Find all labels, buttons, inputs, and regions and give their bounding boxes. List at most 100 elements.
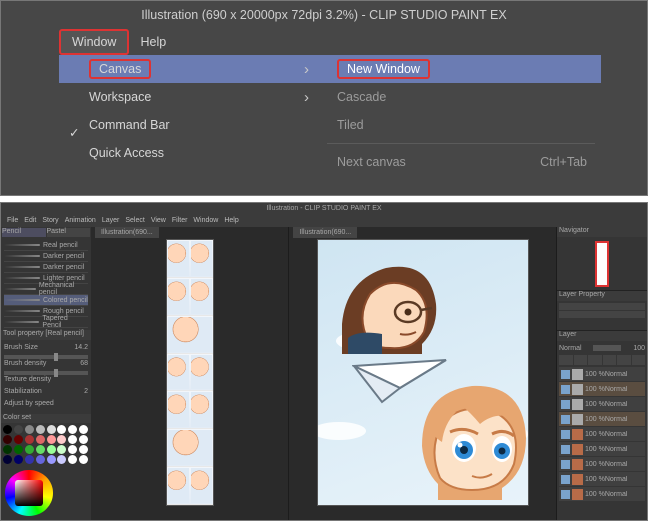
swatch[interactable] [79, 445, 88, 454]
swatch[interactable] [14, 445, 23, 454]
blend-mode[interactable]: Normal [559, 345, 582, 352]
swatch[interactable] [79, 425, 88, 434]
swatch[interactable] [47, 455, 56, 464]
layer-row[interactable]: 100 %Normal [559, 382, 645, 396]
app-menu-help[interactable]: Help [224, 215, 238, 227]
brush-item[interactable]: Mechanical pencil [4, 284, 88, 295]
swatch[interactable] [79, 435, 88, 444]
visibility-icon[interactable] [561, 490, 570, 499]
swatch[interactable] [57, 435, 66, 444]
layer-row[interactable]: 100 %Normal [559, 412, 645, 426]
swatch[interactable] [68, 435, 77, 444]
swatch[interactable] [14, 435, 23, 444]
menuitem-next-canvas[interactable]: Next canvas Ctrl+Tab [321, 148, 601, 176]
menuitem-new-window[interactable]: New Window [321, 55, 601, 83]
swatch[interactable] [47, 425, 56, 434]
left-dock: Pencil Pastel Real pencilDarker pencilDa… [1, 227, 91, 520]
menuitem-quick-access[interactable]: Quick Access [59, 139, 321, 167]
brush-density-slider[interactable] [4, 371, 88, 375]
navigator[interactable] [557, 237, 647, 291]
swatch[interactable] [57, 455, 66, 464]
brush-item[interactable]: Tapered Pencil [4, 317, 88, 328]
swatch[interactable] [36, 435, 45, 444]
canvas-2[interactable]: Illustration(690... [289, 227, 557, 520]
subtool-tab-pencil[interactable]: Pencil [2, 228, 46, 237]
color-swatches[interactable] [1, 423, 91, 466]
visibility-icon[interactable] [561, 415, 570, 424]
layer-row[interactable]: 100 %Normal [559, 367, 645, 381]
layer-row[interactable]: 100 %Normal [559, 457, 645, 471]
swatch[interactable] [25, 445, 34, 454]
color-wheel[interactable] [5, 470, 53, 516]
brush-item[interactable]: Real pencil [4, 240, 88, 251]
layer-buttons[interactable] [559, 355, 645, 365]
canvas-1-tab[interactable]: Illustration(690... [95, 227, 159, 238]
swatch[interactable] [36, 425, 45, 434]
tool-property-panel: Brush Size14.2 Brush density68 Texture d… [1, 340, 91, 414]
swatch[interactable] [3, 455, 12, 464]
right-dock: Navigator Layer Property Layer Normal 10… [557, 227, 647, 520]
swatch[interactable] [68, 425, 77, 434]
layer-thumb [572, 489, 583, 500]
menu-window[interactable]: Window [59, 29, 129, 55]
app-menu-edit[interactable]: Edit [24, 215, 36, 227]
layer-thumb [572, 414, 583, 425]
brush-size-slider[interactable] [4, 355, 88, 359]
visibility-icon[interactable] [561, 460, 570, 469]
swatch[interactable] [14, 425, 23, 434]
menuitem-cascade[interactable]: Cascade [321, 83, 601, 111]
swatch[interactable] [57, 445, 66, 454]
swatch[interactable] [68, 445, 77, 454]
swatch[interactable] [79, 455, 88, 464]
swatch[interactable] [47, 435, 56, 444]
layer-row[interactable]: 100 %Normal [559, 442, 645, 456]
app-menu-layer[interactable]: Layer [102, 215, 120, 227]
opacity-slider[interactable] [593, 345, 621, 351]
window-title: Illustration (690 x 20000px 72dpi 3.2%) … [1, 1, 647, 29]
app-menu-animation[interactable]: Animation [65, 215, 96, 227]
swatch[interactable] [3, 435, 12, 444]
app-menu-file[interactable]: File [7, 215, 18, 227]
layer-row[interactable]: 100 %Normal [559, 472, 645, 486]
brush-item[interactable]: Darker pencil [4, 251, 88, 262]
layer-row[interactable]: 100 %Normal [559, 427, 645, 441]
character-1 [328, 246, 448, 356]
layer-row[interactable]: 100 %Normal [559, 397, 645, 411]
swatch[interactable] [68, 455, 77, 464]
swatch[interactable] [57, 425, 66, 434]
app-menu-filter[interactable]: Filter [172, 215, 188, 227]
character-2 [406, 372, 529, 502]
menuitem-canvas[interactable]: Canvas [59, 55, 321, 83]
brush-item[interactable]: Darker pencil [4, 262, 88, 273]
swatch[interactable] [36, 455, 45, 464]
visibility-icon[interactable] [561, 400, 570, 409]
brush-item[interactable]: Colored pencil [4, 295, 88, 306]
visibility-icon[interactable] [561, 475, 570, 484]
menuitem-tiled[interactable]: Tiled [321, 111, 601, 139]
app-menu-story[interactable]: Story [42, 215, 58, 227]
visibility-icon[interactable] [561, 370, 570, 379]
visibility-icon[interactable] [561, 430, 570, 439]
menu-help[interactable]: Help [129, 31, 177, 53]
swatch[interactable] [25, 455, 34, 464]
app-menu-window[interactable]: Window [193, 215, 218, 227]
menuitem-command-bar[interactable]: Command Bar [59, 111, 321, 139]
swatch[interactable] [36, 445, 45, 454]
canvas-1[interactable]: Illustration(690... [91, 227, 289, 520]
canvas-2-tab[interactable]: Illustration(690... [293, 227, 357, 238]
menuitem-workspace[interactable]: Workspace [59, 83, 321, 111]
app-menu-select[interactable]: Select [125, 215, 144, 227]
swatch[interactable] [25, 425, 34, 434]
visibility-icon[interactable] [561, 445, 570, 454]
app-menu-view[interactable]: View [151, 215, 166, 227]
swatch[interactable] [25, 435, 34, 444]
visibility-icon[interactable] [561, 385, 570, 394]
layer-thumb [572, 384, 583, 395]
swatch[interactable] [14, 455, 23, 464]
layer-row[interactable]: 100 %Normal [559, 487, 645, 501]
tool-property-title: Tool property [Real pencil] [1, 330, 91, 339]
swatch[interactable] [3, 425, 12, 434]
swatch[interactable] [3, 445, 12, 454]
swatch[interactable] [47, 445, 56, 454]
subtool-tab-pastel[interactable]: Pastel [47, 228, 91, 237]
